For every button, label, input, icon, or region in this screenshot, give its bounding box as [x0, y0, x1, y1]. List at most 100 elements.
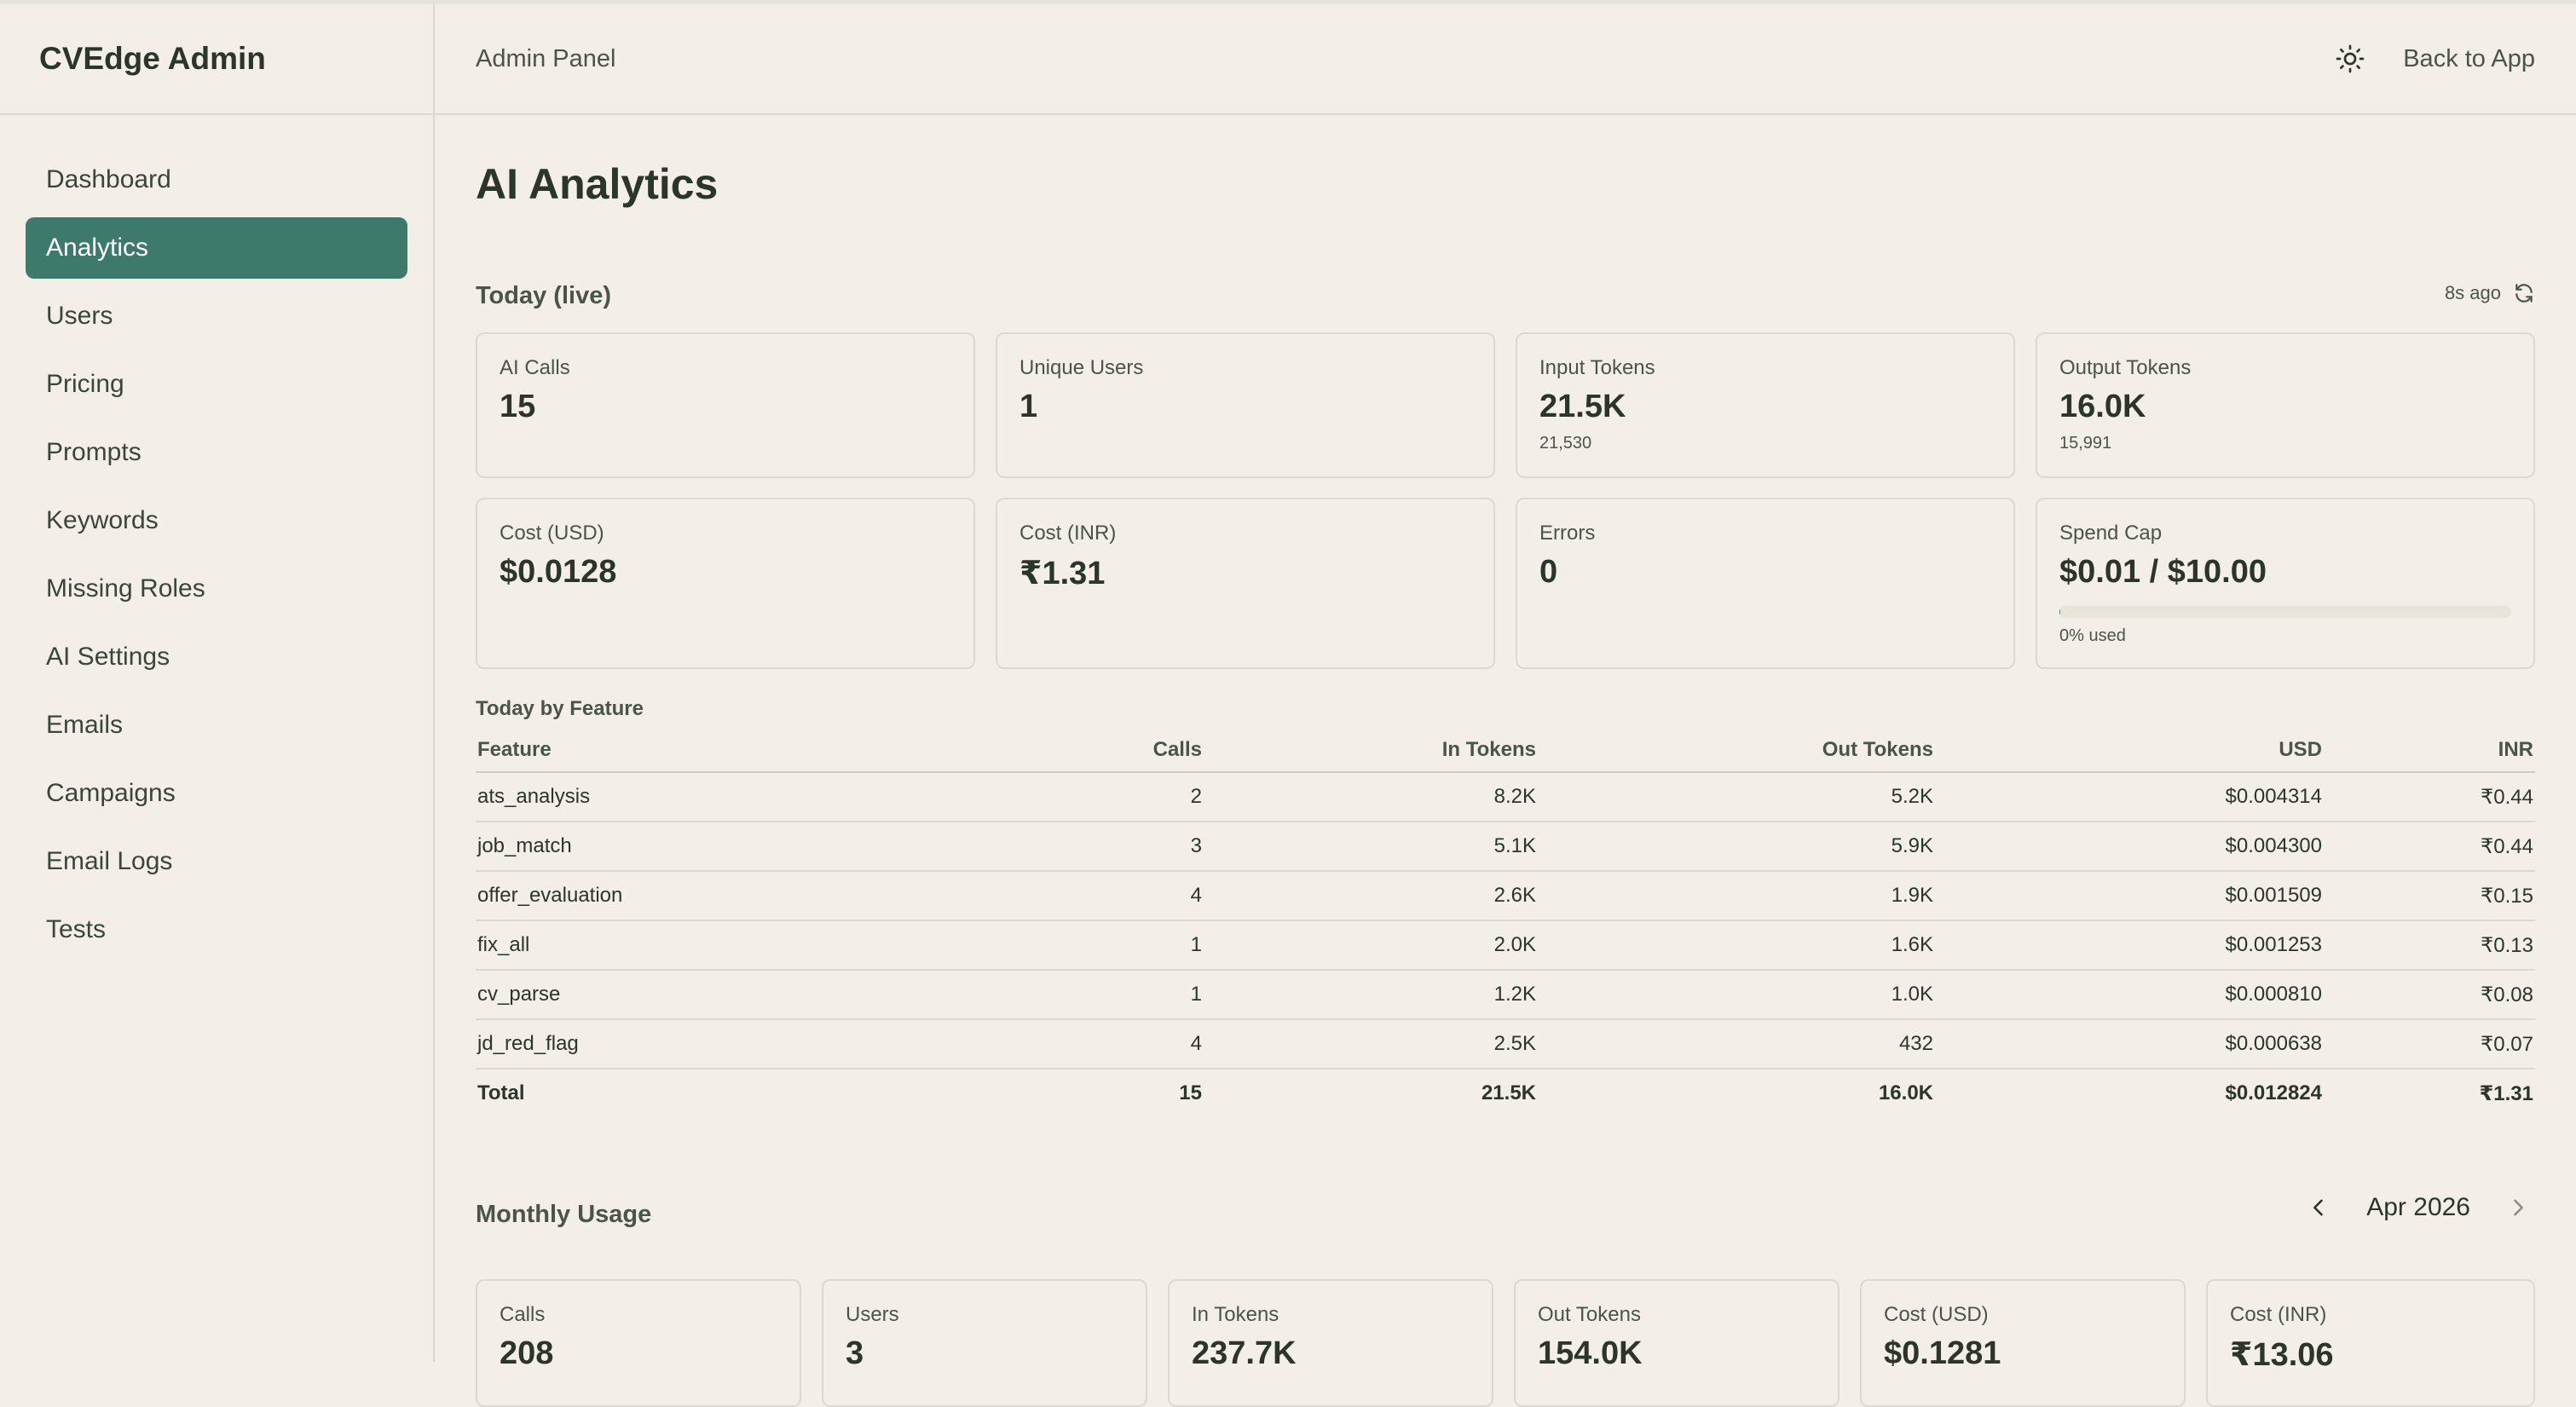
- table-cell: 1.2K: [1204, 970, 1538, 1020]
- month-navigator: Apr 2026: [2302, 1191, 2535, 1225]
- column-header: Feature: [476, 729, 919, 773]
- stat-value: 16.0K: [2059, 389, 2146, 424]
- stat-card-cost-usd: Cost (USD) $0.0128: [476, 498, 975, 669]
- back-to-app-link[interactable]: Back to App: [2403, 45, 2535, 73]
- table-total-row: Total 15 21.5K 16.0K $0.012824 ₹1.31: [476, 1069, 2535, 1117]
- stat-label: Input Tokens: [1539, 356, 1655, 379]
- last-updated: 8s ago: [2445, 282, 2535, 304]
- brand-title: CVEdge Admin: [0, 4, 433, 115]
- sidebar-item-keywords[interactable]: Keywords: [26, 490, 407, 551]
- table-cell: ₹0.07: [2324, 1019, 2535, 1070]
- header-actions: Back to App: [2331, 40, 2535, 78]
- table-row: offer_evaluation 4 2.6K 1.9K $0.001509 ₹…: [476, 871, 2535, 921]
- table-cell: 5.9K: [1538, 822, 1935, 872]
- table-cell: $0.012824: [2225, 1081, 2322, 1104]
- stat-value: 208: [500, 1335, 554, 1371]
- stat-label: Unique Users: [1019, 356, 1144, 379]
- monthly-card-cost-inr: Cost (INR) ₹13.06: [2206, 1279, 2535, 1407]
- top-header: Admin Panel Back to App: [435, 4, 2576, 115]
- stat-label: Errors: [1539, 522, 1596, 545]
- table-cell: 432: [1538, 1019, 1935, 1070]
- chevron-left-icon: [2313, 1199, 2324, 1216]
- table-cell: 2: [919, 772, 1204, 822]
- sidebar-item-prompts[interactable]: Prompts: [26, 422, 407, 483]
- table-cell: 16.0K: [1878, 1081, 1933, 1104]
- stat-value: $0.1281: [1884, 1335, 2001, 1371]
- table-cell: job_match: [476, 822, 919, 872]
- table-cell: 3: [919, 822, 1204, 872]
- stat-label: Cost (INR): [2230, 1303, 2327, 1326]
- stat-label: Spend Cap: [2059, 522, 2163, 545]
- stat-value: 154.0K: [1538, 1335, 1643, 1371]
- chevron-right-icon: [2514, 1199, 2523, 1216]
- refresh-icon[interactable]: [2513, 282, 2535, 304]
- sidebar-item-pricing[interactable]: Pricing: [26, 354, 407, 415]
- stat-label: Cost (USD): [500, 522, 604, 545]
- table-cell: 1: [919, 970, 1204, 1020]
- stat-value: ₹1.31: [1019, 556, 1106, 591]
- table-cell: 2.6K: [1204, 871, 1538, 921]
- column-header: INR: [2324, 729, 2535, 773]
- stat-card-input-tokens: Input Tokens 21.5K 21,530: [1516, 332, 2015, 478]
- prev-month-button[interactable]: [2302, 1191, 2336, 1225]
- table-cell: $0.004300: [1935, 822, 2324, 872]
- table-cell: 5.1K: [1204, 822, 1538, 872]
- stat-value: 0: [1539, 554, 1558, 590]
- table-cell: ₹0.44: [2324, 822, 2535, 872]
- table-cell: 1.6K: [1538, 920, 1935, 971]
- feature-table: Feature Calls In Tokens Out Tokens USD I…: [476, 729, 2535, 1117]
- stat-label: Out Tokens: [1538, 1303, 1641, 1326]
- table-cell: Total: [477, 1081, 525, 1104]
- stat-sub: 0% used: [2059, 626, 2126, 645]
- table-cell: 15: [1179, 1081, 1202, 1104]
- stat-value: ₹13.06: [2230, 1337, 2334, 1373]
- sidebar-item-users[interactable]: Users: [26, 285, 407, 347]
- monthly-card-cost-usd: Cost (USD) $0.1281: [1860, 1279, 2186, 1407]
- stat-label: Output Tokens: [2059, 356, 2192, 379]
- table-header-row: Feature Calls In Tokens Out Tokens USD I…: [476, 729, 2535, 773]
- table-cell: 1: [919, 920, 1204, 971]
- table-cell: 5.2K: [1538, 772, 1935, 822]
- sidebar-item-email-logs[interactable]: Email Logs: [26, 831, 407, 892]
- stat-value: 3: [846, 1335, 864, 1371]
- spend-cap-progress-fill: [2059, 606, 2060, 618]
- table-cell: fix_all: [476, 920, 919, 971]
- sun-icon: [2336, 44, 2365, 73]
- table-cell: 1.0K: [1538, 970, 1935, 1020]
- table-row: fix_all 1 2.0K 1.6K $0.001253 ₹0.13: [476, 920, 2535, 971]
- sidebar-item-campaigns[interactable]: Campaigns: [26, 763, 407, 824]
- sidebar-item-emails[interactable]: Emails: [26, 695, 407, 756]
- table-cell: $0.000638: [1935, 1019, 2324, 1070]
- table-cell: 4: [919, 871, 1204, 921]
- stat-value: 1: [1019, 389, 1038, 424]
- theme-toggle-button[interactable]: [2331, 40, 2369, 78]
- monthly-section-title: Monthly Usage: [476, 1201, 652, 1228]
- monthly-card-in-tokens: In Tokens 237.7K: [1168, 1279, 1493, 1407]
- table-cell: ₹0.13: [2324, 920, 2535, 971]
- table-cell: cv_parse: [476, 970, 919, 1020]
- header-title: Admin Panel: [476, 44, 616, 72]
- monthly-card-calls: Calls 208: [476, 1279, 801, 1407]
- table-cell: ₹0.44: [2324, 772, 2535, 822]
- column-header: USD: [1935, 729, 2324, 773]
- table-row: jd_red_flag 4 2.5K 432 $0.000638 ₹0.07: [476, 1019, 2535, 1070]
- sidebar-item-missing-roles[interactable]: Missing Roles: [26, 558, 407, 620]
- table-row: cv_parse 1 1.2K 1.0K $0.000810 ₹0.08: [476, 970, 2535, 1020]
- sidebar-item-tests[interactable]: Tests: [26, 899, 407, 960]
- sidebar-item-dashboard[interactable]: Dashboard: [26, 149, 407, 210]
- table-cell: offer_evaluation: [476, 871, 919, 921]
- table-cell: ats_analysis: [476, 772, 919, 822]
- feature-table-title: Today by Feature: [476, 697, 644, 720]
- stat-value: $0.0128: [500, 554, 617, 590]
- table-cell: $0.004314: [1935, 772, 2324, 822]
- page-title: AI Analytics: [476, 160, 719, 208]
- stat-label: In Tokens: [1192, 1303, 1279, 1326]
- sidebar-item-analytics[interactable]: Analytics: [26, 217, 407, 279]
- monthly-card-out-tokens: Out Tokens 154.0K: [1514, 1279, 1840, 1407]
- table-cell: 2.5K: [1204, 1019, 1538, 1070]
- sidebar-item-ai-settings[interactable]: AI Settings: [26, 626, 407, 688]
- table-cell: jd_red_flag: [476, 1019, 919, 1070]
- next-month-button[interactable]: [2501, 1191, 2535, 1225]
- current-month: Apr 2026: [2366, 1193, 2470, 1221]
- table-row: job_match 3 5.1K 5.9K $0.004300 ₹0.44: [476, 822, 2535, 872]
